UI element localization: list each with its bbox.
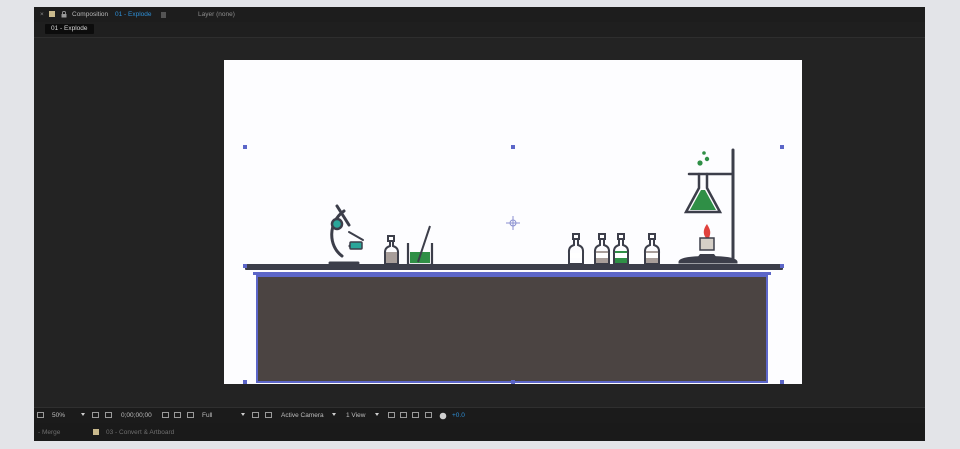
panel-menu-icon[interactable] [160, 11, 167, 20]
timecode[interactable]: 0;00;00;00 [121, 412, 152, 419]
pixel-aspect-icon[interactable] [265, 412, 272, 418]
lab-illustration [243, 145, 784, 384]
composition-viewer[interactable] [34, 38, 925, 407]
lab-table [245, 264, 783, 383]
camera-icon[interactable] [162, 412, 169, 418]
layer-panel-label[interactable]: Layer (none) [198, 11, 235, 18]
view-layout-dropdown-icon[interactable] [375, 413, 379, 416]
tab-01-explode[interactable]: 01 - Explode [45, 24, 94, 34]
resolution-dropdown-icon[interactable] [241, 413, 245, 416]
toggle-mask-icon[interactable] [400, 412, 407, 418]
snapshot-icon[interactable] [92, 412, 99, 418]
snapshot-show-icon[interactable] [412, 412, 419, 418]
bottles-row [567, 233, 661, 265]
color-channel-icon[interactable] [187, 412, 194, 418]
flowchart-icon[interactable] [425, 412, 432, 418]
bubbles [697, 151, 710, 166]
close-icon[interactable]: × [40, 11, 44, 18]
panel-type-label: Composition [72, 11, 109, 18]
reset-exposure-icon[interactable] [439, 412, 447, 422]
transparency-grid-icon[interactable] [174, 412, 181, 418]
anchor-point-icon[interactable] [506, 216, 520, 230]
timeline-strip: - Merge 03 - Convert & Artboard [34, 423, 925, 441]
view-layout[interactable]: 1 View [346, 412, 365, 419]
layer-color-swatch [93, 429, 99, 435]
composition-name[interactable]: 01 - Explode [115, 11, 152, 18]
comp-region-icon[interactable] [37, 412, 44, 418]
zoom-level[interactable]: 50% [52, 412, 65, 419]
active-camera[interactable]: Active Camera [281, 412, 324, 419]
composition-tab-bar: 01 - Explode [34, 22, 925, 38]
region-of-interest-icon[interactable] [105, 412, 112, 418]
panel-title-bar: × Composition 01 - Explode Layer (none) [34, 7, 925, 22]
beaker-icon [406, 225, 434, 267]
composition-canvas[interactable] [224, 60, 802, 384]
toggle-pixel-aspect-icon[interactable] [388, 412, 395, 418]
composition-color-swatch [49, 11, 55, 17]
zoom-dropdown-icon[interactable] [81, 413, 85, 416]
bottle-icon [383, 235, 400, 265]
camera-dropdown-icon[interactable] [332, 413, 336, 416]
layer-name[interactable]: 03 - Convert & Artboard [106, 429, 174, 436]
lock-icon[interactable] [61, 10, 67, 20]
merge-label: - Merge [38, 429, 61, 436]
exposure-value[interactable]: +0.0 [452, 412, 465, 419]
microscope-icon [328, 204, 364, 265]
fast-preview-icon[interactable] [252, 412, 259, 418]
composition-panel: × Composition 01 - Explode Layer (none) … [34, 7, 925, 441]
viewer-controls-bar: 50% 0;00;00;00 Full Active Camera 1 View… [34, 407, 925, 423]
resolution[interactable]: Full [202, 412, 212, 419]
